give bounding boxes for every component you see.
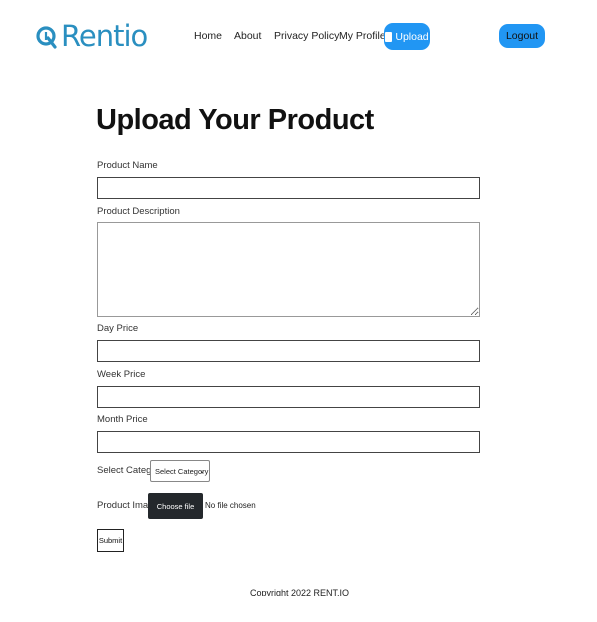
product-name-input[interactable] [97, 177, 480, 199]
week-price-label: Week Price [97, 369, 146, 380]
day-price-input[interactable] [97, 340, 480, 362]
upload-icon [385, 31, 393, 42]
week-price-input[interactable] [97, 386, 480, 408]
footer: Copyright 2022 RENT.IO [0, 588, 597, 596]
brand-name: Rentio [61, 19, 148, 53]
brand-logo[interactable]: Rentio [36, 18, 148, 54]
submit-button[interactable]: Submit [97, 529, 124, 552]
nav-upload-button[interactable]: Upload [384, 23, 430, 50]
nav-about-link[interactable]: About [234, 24, 261, 49]
product-description-label: Product Description [97, 206, 180, 217]
month-price-label: Month Price [97, 414, 148, 425]
file-status-text: No file chosen [205, 501, 256, 510]
nav-my-profile-link[interactable]: My Profile [339, 24, 386, 49]
day-price-label: Day Price [97, 323, 139, 334]
logout-button[interactable]: Logout [499, 24, 545, 48]
month-price-input[interactable] [97, 431, 480, 453]
product-name-label: Product Name [97, 160, 158, 171]
category-select[interactable]: Select Category ⌄ [150, 460, 210, 482]
nav-upload-label: Upload [395, 30, 429, 43]
nav-privacy-policy-link[interactable]: Privacy Policy [274, 24, 339, 49]
chevron-down-icon: ⌄ [199, 468, 205, 475]
rentio-logo-icon [36, 26, 57, 49]
page-title: Upload Your Product [96, 104, 374, 136]
nav-home-link[interactable]: Home [194, 24, 222, 49]
footer-copyright: Copyright 2022 RENT.IO [250, 588, 350, 596]
product-description-textarea[interactable] [97, 222, 480, 317]
choose-file-button[interactable]: Choose file [148, 493, 203, 519]
